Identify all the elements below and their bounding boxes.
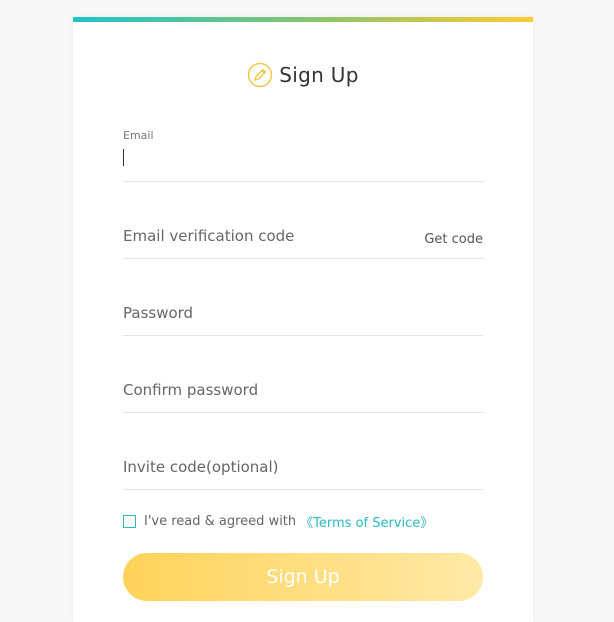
agreement-checkbox[interactable] xyxy=(123,514,136,528)
invite-code-field[interactable]: Invite code(optional) xyxy=(123,454,483,490)
verification-code-field[interactable]: Email verification code Get code xyxy=(123,223,483,259)
invite-code-placeholder: Invite code(optional) xyxy=(123,458,279,476)
pencil-circle-icon xyxy=(247,62,273,88)
signup-card: Sign Up Email Email verification code Ge… xyxy=(73,17,533,622)
text-caret xyxy=(123,149,124,166)
signup-header: Sign Up xyxy=(73,61,533,89)
page-title: Sign Up xyxy=(279,63,359,87)
confirm-password-placeholder: Confirm password xyxy=(123,381,259,399)
password-field[interactable]: Password xyxy=(123,300,483,336)
password-placeholder: Password xyxy=(123,304,194,322)
agreement-text: I've read & agreed with xyxy=(144,513,297,529)
top-gradient-bar xyxy=(73,17,533,22)
get-code-button[interactable]: Get code xyxy=(424,232,483,247)
confirm-password-field[interactable]: Confirm password xyxy=(123,377,483,413)
signup-button[interactable]: Sign Up xyxy=(123,553,483,601)
terms-of-service-link[interactable]: 《Terms of Service》 xyxy=(300,512,433,531)
email-field[interactable]: Email xyxy=(123,129,483,182)
verification-code-placeholder: Email verification code xyxy=(123,227,295,245)
agreement-row: I've read & agreed with 《Terms of Servic… xyxy=(123,512,433,531)
email-label: Email xyxy=(123,129,154,142)
